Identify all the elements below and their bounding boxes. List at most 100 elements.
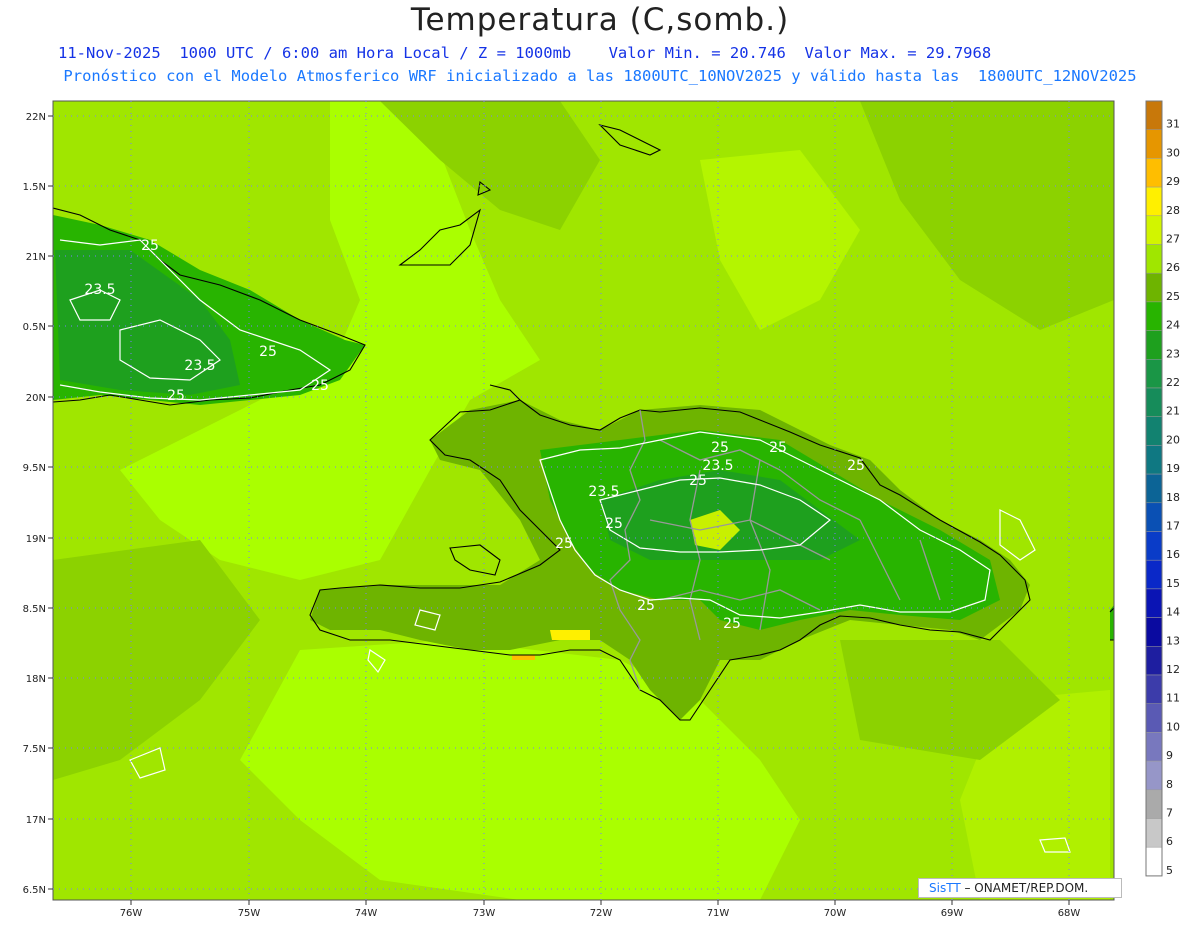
colorbar-swatch: [1145, 330, 1163, 360]
colorbar-label: 9: [1166, 749, 1173, 762]
colorbar-swatch: [1145, 846, 1163, 877]
colorbar-label: 25: [1166, 290, 1180, 303]
lon-tick-label: 72W: [590, 908, 613, 919]
colorbar-label: 18: [1166, 491, 1180, 504]
colorbar-swatch: [1145, 617, 1163, 647]
contour-label: 25: [723, 616, 741, 632]
colorbar-swatch: [1145, 129, 1163, 159]
colorbar-swatch: [1145, 272, 1163, 303]
contour-label: 25: [555, 536, 573, 552]
colorbar-swatch: [1145, 646, 1163, 676]
colorbar-swatch: [1145, 703, 1163, 733]
colorbar-label: 26: [1166, 261, 1180, 274]
lon-tick-label: 73W: [473, 908, 496, 919]
credit-box: SisTT – ONAMET/REP.DOM.: [918, 878, 1122, 898]
colorbar-label: 14: [1166, 606, 1180, 619]
lon-tick-label: 69W: [941, 908, 964, 919]
colorbar-label: 10: [1166, 720, 1180, 733]
contour-label: 25: [711, 440, 729, 456]
colorbar-swatch: [1145, 158, 1163, 188]
colorbar-label: 29: [1166, 175, 1180, 188]
contour-label: 25: [769, 440, 787, 456]
colorbar-label: 19: [1166, 462, 1180, 475]
lat-tick-label: 20N: [26, 393, 46, 404]
colorbar-swatch: [1145, 445, 1163, 475]
longitude-axis: 76W 75W 74W 73W 72W 71W 70W 69W 68W: [120, 900, 1081, 919]
colorbar-swatch: [1145, 215, 1163, 245]
temperature-field: [53, 101, 1114, 900]
colorbar-label: 24: [1166, 319, 1180, 332]
lat-tick-label: 1.5N: [23, 182, 46, 193]
sistt-logo-text: SisTT: [929, 881, 961, 895]
map-canvas: 22N 1.5N 21N 0.5N 20N 9.5N 19N 8.5N 18N 7.5N 17N 6.…: [23, 100, 1180, 919]
contour-label: 25: [141, 238, 159, 254]
lat-tick-label: 21N: [26, 252, 46, 263]
lon-tick-label: 74W: [355, 908, 378, 919]
lat-tick-label: 19N: [26, 534, 46, 545]
colorbar-swatch: [1145, 387, 1163, 417]
contour-label: 23.5: [184, 358, 215, 374]
temperature-colorbar: 31 30 29 28 27 26 25 24 23 22 21 20 19 18 17 16 15 14 13 12…: [1145, 100, 1180, 877]
lat-tick-label: 17N: [26, 815, 46, 826]
contour-label: 23.5: [588, 484, 619, 500]
colorbar-swatch: [1145, 100, 1163, 130]
colorbar-swatch: [1145, 588, 1163, 618]
contour-label: 23.5: [702, 458, 733, 474]
contour-label: 25: [847, 458, 865, 474]
colorbar-swatch: [1145, 301, 1163, 331]
colorbar-label: 23: [1166, 347, 1180, 360]
contour-label: 25: [637, 598, 655, 614]
contour-label: 25: [259, 344, 277, 360]
lat-tick-label: 8.5N: [23, 604, 46, 615]
colorbar-swatch: [1145, 760, 1163, 791]
lat-tick-label: 7.5N: [23, 744, 46, 755]
colorbar-label: 12: [1166, 663, 1180, 676]
contour-label: 23.5: [84, 282, 115, 298]
lat-tick-label: 0.5N: [23, 322, 46, 333]
colorbar-label: 15: [1166, 577, 1180, 590]
colorbar-swatch: [1145, 186, 1163, 217]
credit-org: – ONAMET/REP.DOM.: [960, 881, 1089, 895]
colorbar-label: 22: [1166, 376, 1180, 389]
colorbar-label: 6: [1166, 835, 1173, 848]
hot-spot-orange: [512, 655, 535, 660]
lat-tick-label: 9.5N: [23, 463, 46, 474]
colorbar-label: 27: [1166, 233, 1180, 246]
colorbar-label: 8: [1166, 778, 1173, 791]
lon-tick-label: 71W: [707, 908, 730, 919]
colorbar-swatch: [1145, 818, 1163, 848]
colorbar-swatch: [1145, 789, 1163, 819]
colorbar-label: 30: [1166, 146, 1180, 159]
colorbar-swatch: [1145, 502, 1163, 532]
colorbar-label: 7: [1166, 807, 1173, 820]
colorbar-swatch: [1145, 416, 1163, 446]
lon-tick-label: 76W: [120, 908, 143, 919]
lon-tick-label: 70W: [824, 908, 847, 919]
lat-tick-label: 6.5N: [23, 885, 46, 896]
colorbar-label: 17: [1166, 520, 1180, 533]
colorbar-label: 21: [1166, 405, 1180, 418]
colorbar-swatch: [1145, 473, 1163, 504]
colorbar-label: 16: [1166, 548, 1180, 561]
colorbar-label: 11: [1166, 692, 1180, 705]
colorbar-swatch: [1145, 559, 1163, 590]
contour-label: 25: [311, 378, 329, 394]
lon-tick-label: 68W: [1058, 908, 1081, 919]
colorbar-label: 20: [1166, 433, 1180, 446]
contour-label: 25: [689, 473, 707, 489]
contour-label: 25: [167, 388, 185, 404]
colorbar-swatch: [1145, 359, 1163, 389]
lat-tick-label: 18N: [26, 674, 46, 685]
colorbar-swatch: [1145, 674, 1163, 704]
colorbar-swatch: [1145, 244, 1163, 274]
colorbar-swatch: [1145, 531, 1163, 561]
latitude-axis: 22N 1.5N 21N 0.5N 20N 9.5N 19N 8.5N 18N 7.5N 17N 6.…: [23, 112, 53, 896]
colorbar-swatch: [1145, 732, 1163, 762]
colorbar-label: 5: [1166, 864, 1173, 877]
colorbar-label: 28: [1166, 204, 1180, 217]
contour-label: 25: [605, 516, 623, 532]
colorbar-label: 13: [1166, 634, 1180, 647]
hot-spot-yellow: [550, 630, 590, 640]
lon-tick-label: 75W: [238, 908, 261, 919]
colorbar-label: 31: [1166, 118, 1180, 131]
